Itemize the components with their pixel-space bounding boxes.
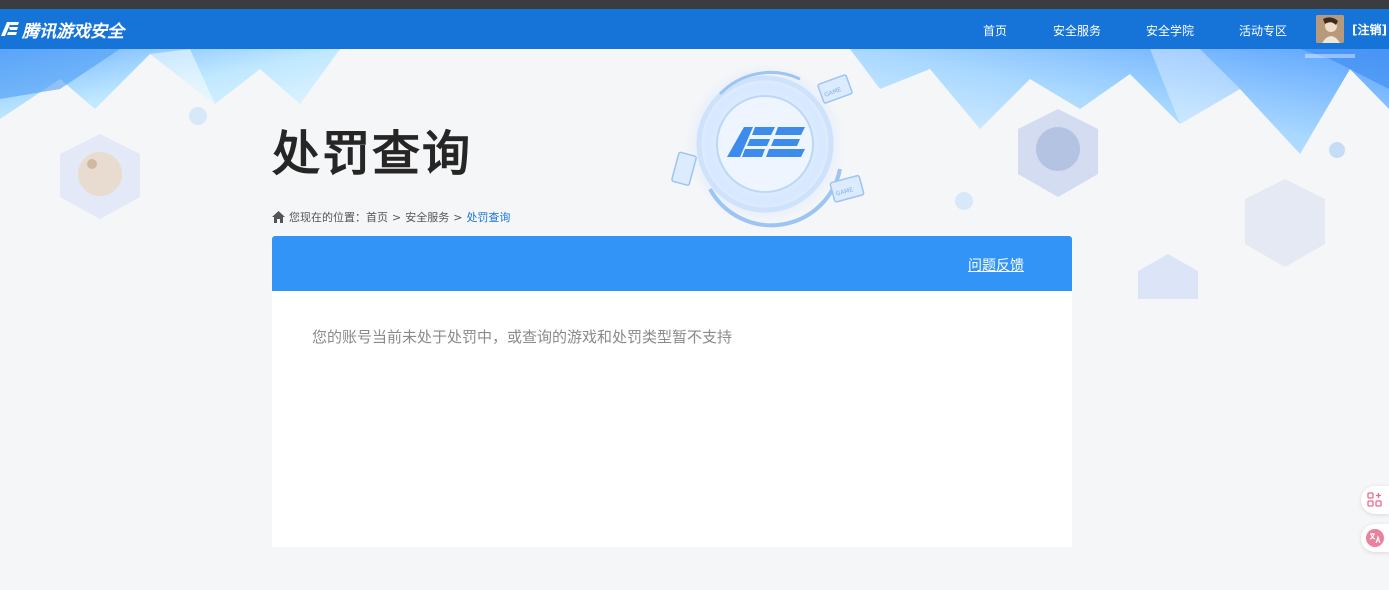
- floating-translate-button[interactable]: [1361, 524, 1389, 552]
- feedback-link[interactable]: 问题反馈: [968, 255, 1024, 275]
- user-avatar[interactable]: [1316, 15, 1344, 43]
- translate-icon: [1366, 529, 1384, 547]
- nav-item-events[interactable]: 活动专区: [1239, 22, 1287, 39]
- top-navbar: 腾讯游戏安全 首页 安全服务 安全学院 活动专区 [注销]: [0, 9, 1389, 49]
- nav-item-security-services[interactable]: 安全服务: [1053, 22, 1101, 39]
- page-title: 处罚查询: [272, 126, 473, 182]
- breadcrumb-separator: >: [392, 210, 402, 224]
- apps-icon: [1367, 492, 1382, 507]
- logout-link[interactable]: [注销]: [1352, 21, 1387, 38]
- avatar-image: [1316, 15, 1344, 43]
- breadcrumb-item-security-services[interactable]: 安全服务: [405, 209, 449, 225]
- home-icon: [272, 211, 285, 223]
- breadcrumb: 您现在的位置： 首页 > 安全服务 > 处罚查询: [272, 209, 510, 225]
- main-nav: 首页 安全服务 安全学院 活动专区: [0, 9, 1389, 49]
- breadcrumb-item-current[interactable]: 处罚查询: [466, 209, 510, 225]
- breadcrumb-prefix: 您现在的位置：: [289, 211, 366, 224]
- breadcrumb-item-home[interactable]: 首页: [366, 209, 388, 225]
- floating-apps-button[interactable]: [1361, 486, 1389, 514]
- nav-item-home[interactable]: 首页: [983, 22, 1007, 39]
- result-message: 您的账号当前未处于处罚中，或查询的游戏和处罚类型暂不支持: [312, 328, 733, 346]
- nav-item-security-academy[interactable]: 安全学院: [1146, 22, 1194, 39]
- browser-top-strip: [0, 0, 1389, 9]
- result-panel: 问题反馈 您的账号当前未处于处罚中，或查询的游戏和处罚类型暂不支持: [272, 236, 1072, 547]
- panel-header: 问题反馈: [272, 236, 1072, 291]
- breadcrumb-separator: >: [453, 210, 463, 224]
